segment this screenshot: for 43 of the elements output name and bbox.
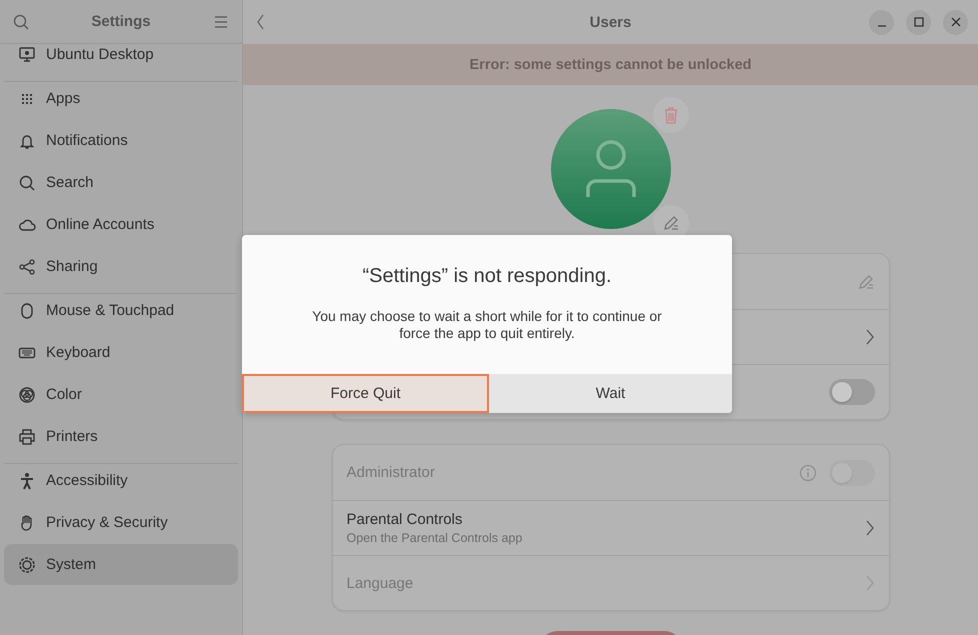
- sidebar-item-icon: [18, 428, 36, 446]
- sidebar-item-icon: [18, 556, 36, 574]
- sidebar-item-icon: [18, 46, 36, 64]
- sidebar-item[interactable]: Online Accounts: [4, 204, 238, 245]
- sidebar-item[interactable]: Accessibility: [4, 460, 238, 501]
- minimize-icon: [878, 25, 886, 27]
- sidebar-item[interactable]: Privacy & Security: [4, 502, 238, 543]
- row-title: Administrator: [346, 464, 436, 481]
- maximize-button[interactable]: [906, 10, 931, 34]
- toggle-switch[interactable]: [828, 379, 874, 405]
- row-title: Language: [346, 574, 414, 592]
- sidebar-item[interactable]: Search: [4, 162, 238, 203]
- sidebar-item[interactable]: Apps: [4, 78, 238, 119]
- dialog-title: “Settings” is not responding.: [362, 265, 612, 288]
- close-button[interactable]: [943, 10, 968, 34]
- row-title: Parental Controls: [346, 511, 464, 528]
- sidebar-item[interactable]: Sharing: [4, 246, 238, 287]
- sidebar-item-icon: [18, 386, 36, 404]
- sidebar-item[interactable]: Notifications: [4, 120, 238, 161]
- sidebar-title: Settings: [91, 13, 151, 30]
- dialog-message: You may choose to wait a short while for it to continue or force the app to quit entirely.: [311, 308, 663, 342]
- sidebar-item[interactable]: Mouse & Touchpad: [4, 290, 238, 331]
- close-icon: [950, 17, 960, 27]
- sidebar-item[interactable]: System: [4, 544, 238, 585]
- error-message: Error: some settings cannot be unlocked: [470, 56, 752, 72]
- row-subtitle: Open the Parental Controls app: [346, 531, 524, 545]
- sidebar-item[interactable]: Ubuntu Desktop: [4, 44, 238, 75]
- sidebar-item-icon: [18, 472, 36, 490]
- maximize-icon: [914, 17, 924, 27]
- dialog-button[interactable]: Force Quit: [242, 374, 489, 413]
- pencil-icon: [856, 272, 874, 290]
- search-icon[interactable]: [12, 12, 30, 30]
- sidebar-item-icon: [18, 174, 36, 192]
- page-title: Users: [590, 14, 632, 30]
- delete-photo-button[interactable]: [652, 97, 688, 133]
- trash-icon: [662, 106, 678, 124]
- sidebar-item[interactable]: Keyboard: [4, 332, 238, 373]
- sidebar-item-icon: [18, 258, 36, 276]
- sidebar-item[interactable]: Color: [4, 374, 238, 415]
- pencil-icon: [662, 214, 680, 232]
- chevron-right-icon: [864, 329, 874, 345]
- minimize-button[interactable]: [869, 10, 894, 34]
- sidebar-item[interactable]: Printers: [4, 416, 238, 457]
